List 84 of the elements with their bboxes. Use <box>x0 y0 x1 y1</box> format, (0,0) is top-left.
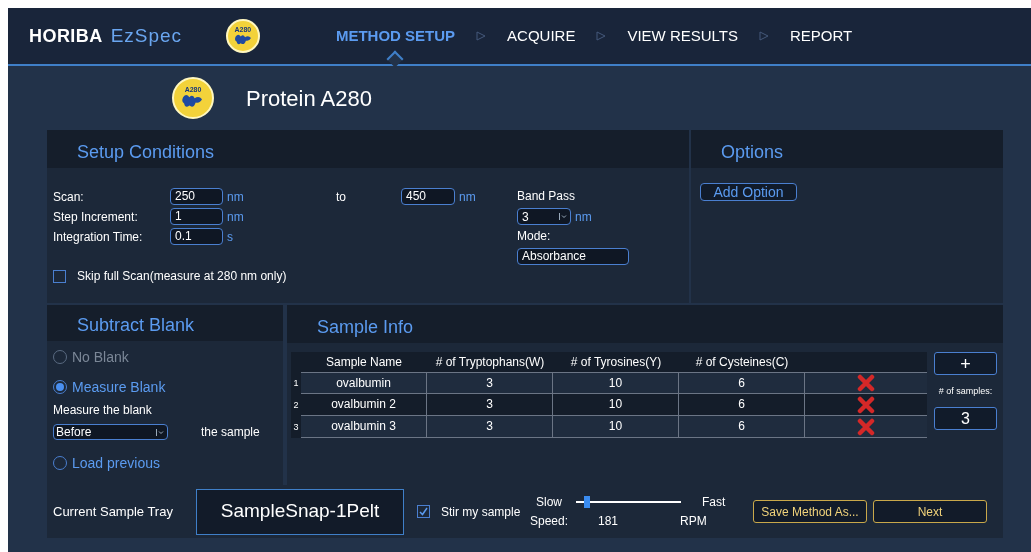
unit-label: nm <box>227 188 245 206</box>
field-label: the sample <box>201 424 260 441</box>
dropdown[interactable]: Before <box>53 424 168 440</box>
speed-slider[interactable] <box>576 496 681 508</box>
protein-icon <box>181 93 205 110</box>
slider-thumb[interactable] <box>583 496 590 508</box>
nav-tab[interactable]: METHOD SETUP <box>335 24 456 48</box>
product-name: EzSpec <box>110 23 182 48</box>
radio-label: No Blank <box>72 347 129 367</box>
tray-label: Current Sample Tray <box>53 502 174 521</box>
row-number: 1 <box>292 377 300 390</box>
panel-title: Sample Info <box>317 316 414 339</box>
nav-tab[interactable]: REPORT <box>790 24 853 48</box>
column-header: Sample Name <box>325 354 403 371</box>
mode-field[interactable]: Absorbance <box>517 248 629 265</box>
table-cell: ovalbumin <box>301 372 427 394</box>
arrow-icon <box>596 31 607 41</box>
checkbox-label: Skip full Scan(measure at 280 nm only) <box>77 268 287 285</box>
panel-title: Setup Conditions <box>77 141 215 164</box>
speed-label: Speed: <box>530 513 570 530</box>
unit-label: s <box>227 228 233 246</box>
table-cell: 6 <box>679 372 805 394</box>
speed-unit: RPM <box>680 513 707 530</box>
slow-label: Slow <box>535 494 563 511</box>
column-header: # of Tyrosines(Y) <box>569 354 663 371</box>
count-label: # of samples: <box>938 385 993 398</box>
unit-label: nm <box>459 188 476 206</box>
nav-tab[interactable]: ACQUIRE <box>507 24 576 48</box>
add-sample-button[interactable]: + <box>934 352 997 375</box>
protein-icon <box>233 32 253 47</box>
fast-label: Fast <box>702 494 726 511</box>
table-cell: 3 <box>427 394 553 416</box>
field-label: Step Increment: <box>53 208 139 226</box>
brand-logo: HORIBA <box>29 24 103 48</box>
panel-title: Options <box>721 141 784 164</box>
row-number: 3 <box>292 421 300 434</box>
checkbox[interactable] <box>53 269 66 283</box>
nav-tab[interactable]: VIEW RESULTS <box>627 24 738 48</box>
unit-label: nm <box>227 208 244 226</box>
radio-label: Load previous <box>72 453 160 473</box>
add-option-button[interactable]: Add Option <box>700 183 797 201</box>
input-field[interactable]: 450 <box>401 188 455 205</box>
dropdown[interactable]: 3 <box>517 208 571 225</box>
dropdown-value: Before <box>56 424 92 441</box>
dropdown-value: 3 <box>522 208 529 226</box>
table-cell: 10 <box>553 372 679 394</box>
delete-icon[interactable] <box>857 395 875 414</box>
input-field[interactable]: 250 <box>170 188 223 205</box>
action-button[interactable]: Next <box>873 500 987 523</box>
delete-icon[interactable] <box>857 417 875 436</box>
field-label: Scan: <box>53 188 85 206</box>
speed-value: 181 <box>598 513 620 530</box>
method-title: Protein A280 <box>246 84 372 113</box>
table-cell: ovalbumin 3 <box>301 416 427 438</box>
input-field[interactable]: 1 <box>170 208 223 225</box>
tray-field[interactable]: SampleSnap-1Pelt <box>196 488 404 535</box>
input-field[interactable]: 0.1 <box>170 228 223 245</box>
chevron-icon <box>559 212 568 221</box>
checkbox[interactable] <box>417 505 430 518</box>
field-label: Measure the blank <box>53 402 153 419</box>
table-cell: 6 <box>679 394 805 416</box>
field-label: Mode: <box>517 228 552 245</box>
column-header: # of Cysteines(C) <box>694 354 790 371</box>
table-cell: 10 <box>553 416 679 438</box>
column-header: # of Tryptophans(W) <box>434 354 546 371</box>
row-number: 2 <box>292 399 300 412</box>
table-cell: 10 <box>553 394 679 416</box>
checkbox-label: Stir my sample <box>441 503 522 521</box>
action-button[interactable]: Save Method As... <box>753 500 867 523</box>
unit-label: nm <box>575 208 592 226</box>
panel-title: Subtract Blank <box>77 314 195 337</box>
arrow-icon <box>476 31 487 41</box>
field-label: to <box>336 188 347 206</box>
table-cell: 3 <box>427 372 553 394</box>
delete-icon[interactable] <box>857 374 875 392</box>
table-cell: 6 <box>679 416 805 438</box>
field-label: Integration Time: <box>53 228 144 246</box>
count-field[interactable]: 3 <box>934 406 997 430</box>
table-cell: ovalbumin 2 <box>301 394 427 416</box>
arrow-icon <box>759 31 769 41</box>
radio-label: Measure Blank <box>72 377 166 397</box>
table-cell: 3 <box>427 416 553 438</box>
chevron-icon <box>156 427 165 437</box>
field-label: Band Pass <box>517 188 577 205</box>
